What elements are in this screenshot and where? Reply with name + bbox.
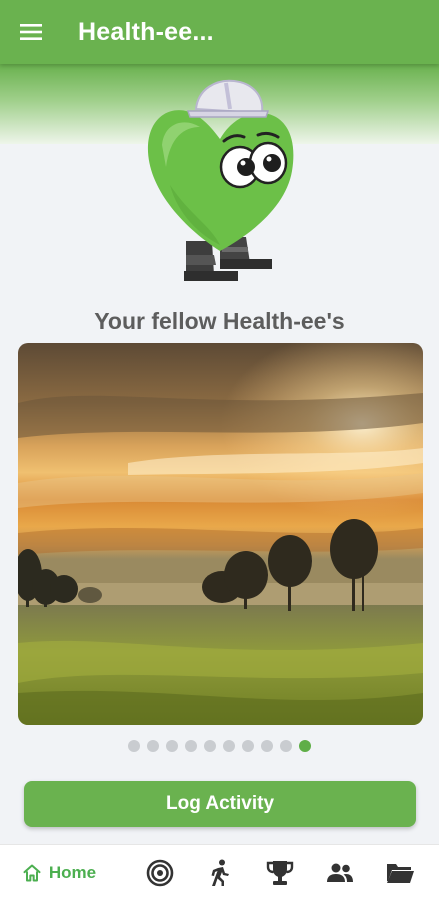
feed-title: Your fellow Health-ee's [94, 308, 345, 334]
hard-hat-icon [186, 79, 270, 118]
nav-item-achievements[interactable] [250, 845, 310, 900]
carousel-dot[interactable] [280, 740, 292, 752]
sunrise-field-photo[interactable] [18, 343, 423, 725]
nav-item-files[interactable] [370, 845, 430, 900]
nav-item-activities[interactable] [190, 845, 250, 900]
app-bar: Health-ee... [0, 0, 439, 64]
carousel-dot[interactable] [185, 740, 197, 752]
carousel-dot[interactable] [204, 740, 216, 752]
bottom-navigation: Home [0, 844, 439, 900]
folder-icon [387, 863, 414, 883]
carousel-dot-active[interactable] [299, 740, 311, 752]
people-icon [327, 863, 353, 882]
nav-item-goals[interactable] [130, 845, 190, 900]
carousel-dot[interactable] [128, 740, 140, 752]
heart-mascot-icon [147, 79, 294, 281]
carousel-dot[interactable] [242, 740, 254, 752]
menu-button[interactable] [0, 0, 62, 64]
target-icon [146, 859, 174, 886]
log-activity-button[interactable]: Log Activity [24, 781, 416, 827]
menu-icon [20, 24, 42, 40]
carousel-dot[interactable] [261, 740, 273, 752]
walking-icon [211, 859, 229, 886]
carousel-dot[interactable] [166, 740, 178, 752]
carousel-dot[interactable] [223, 740, 235, 752]
nav-item-community[interactable] [310, 845, 370, 900]
carousel-dot[interactable] [147, 740, 159, 752]
nav-item-home[interactable]: Home [0, 845, 110, 900]
home-icon [23, 864, 41, 881]
trophy-icon [266, 860, 294, 885]
carousel-indicator [0, 740, 439, 754]
app-title: Health-ee... [78, 17, 214, 46]
nav-home-label: Home [48, 862, 97, 882]
